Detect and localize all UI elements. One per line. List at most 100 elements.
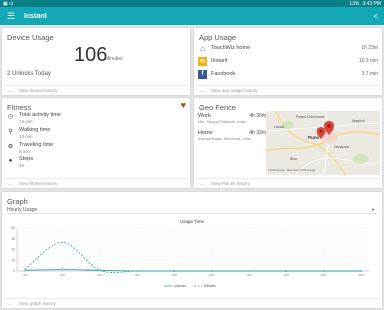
arrow-right-icon: →	[199, 87, 205, 94]
footer-label: View fitness history	[19, 181, 58, 186]
series-line-minutes	[24, 241, 361, 273]
map-label-pimpri: Pimpri-Chinchwad	[296, 115, 325, 119]
app-time: 16.3 min	[358, 58, 378, 64]
facebook-icon: f	[198, 69, 207, 79]
card-title: Fitness	[7, 103, 32, 112]
y-tick-label: 15	[11, 258, 15, 262]
x-tick-label: 6PM	[209, 273, 214, 277]
y-tick-label: 0	[13, 269, 15, 273]
x-tick-label: 10PM	[358, 273, 365, 277]
device-usage-card: Device Usage 106 Minutes 2 Unlocks Today…	[2, 28, 190, 95]
status-bar: ▣ ⊙ 13% 3:43 PM	[0, 0, 384, 7]
card-title: Device Usage	[7, 33, 54, 42]
place-time: 4h 30m	[249, 113, 266, 119]
x-tick-label: 4PM	[134, 273, 139, 277]
clock-icon: ◷	[7, 114, 14, 120]
graph-card: Graph Hourly Usage ▼ Usage Time 60 45 30 15 0…	[2, 192, 382, 308]
fitness-history-link[interactable]: → View fitness history	[2, 178, 190, 188]
map-label-pune: Pune	[308, 135, 320, 140]
map-view[interactable]: Lavale Pimpri-Chinchwad Pune Wagholi Had…	[266, 111, 380, 175]
app-row[interactable]: ⌂ TouchWiz home 1h 23m	[198, 43, 378, 53]
map-credit: ©2015 Google · Map data ©2015 Google	[268, 169, 316, 172]
map-label-lavale: Lavale	[274, 125, 285, 129]
fitness-label: Walking time	[19, 127, 51, 133]
map-label-bhor: Bhor	[290, 157, 298, 161]
footer-label: View app usage history	[211, 88, 258, 93]
map-label-wagholi: Wagholi	[352, 119, 365, 123]
app-title: Instant	[24, 12, 47, 20]
app-row[interactable]: ✉ Instant 16.3 min	[198, 56, 378, 66]
place-label: Home	[198, 130, 213, 136]
app-time: 3.7 min	[361, 71, 378, 77]
menu-icon[interactable]: ☰	[4, 11, 18, 22]
arrow-right-icon: →	[7, 180, 13, 187]
usage-chart: Usage Time 60 45 30 15 0 1PM 2PM 3PM 4PM 5PM 6PM 7PM…	[11, 219, 369, 288]
usage-unit: Minutes	[105, 56, 123, 62]
place-address: Keshav Nagar, Mundhwa, India	[198, 137, 251, 141]
unlock-count: 2 Unlocks Today	[7, 71, 51, 77]
graph-type-dropdown[interactable]: Hourly Usage ▼	[7, 206, 377, 214]
app-name: Facebook	[211, 71, 236, 77]
chart-title: Usage Time	[180, 219, 205, 224]
data-point-unlocks	[61, 268, 64, 271]
caret-down-icon: ▼	[371, 207, 375, 212]
legend-label: Unlocks	[174, 284, 186, 288]
y-tick-label: 60	[11, 226, 15, 230]
place-row[interactable]: Work 4h 30m Mar, Sanjyot Software, India	[198, 113, 266, 124]
heart-icon: ♥	[180, 100, 186, 110]
map-label-hadapsar: Hadapsar	[334, 145, 350, 149]
instant-icon: ✉	[198, 56, 207, 66]
device-history-link[interactable]: → View device history	[2, 85, 190, 95]
place-label: Work	[198, 113, 211, 119]
app-name: Instant	[211, 58, 228, 64]
x-tick-label: 7PM	[246, 273, 251, 277]
fitness-value: 8 min	[19, 149, 31, 154]
arrow-right-icon: →	[7, 300, 13, 307]
app-time: 1h 23m	[361, 45, 378, 51]
arrow-right-icon: →	[7, 87, 13, 94]
place-row[interactable]: Home 4h 32m Keshav Nagar, Mundhwa, India	[198, 130, 266, 141]
place-address: Mar, Sanjyot Software, India	[198, 120, 246, 124]
x-tick-label: 9PM	[321, 273, 326, 277]
traveling-icon: ⚙	[7, 144, 14, 150]
usage-minutes: 106	[74, 44, 108, 66]
app-history-link[interactable]: → View app usage history	[194, 85, 382, 95]
x-tick-label: 2PM	[60, 273, 65, 277]
status-left-icons: ▣ ⊙	[3, 0, 14, 7]
app-usage-card: App Usage ⌂ TouchWiz home 1h 23m ✉ Insta…	[194, 28, 382, 95]
geo-fence-card: Geo Fence Work 4h 30m Mar, Sanjyot Softwa…	[194, 98, 382, 188]
fitness-row: ⚙ Traveling time 8 min	[6, 142, 54, 154]
fitness-value: 10 min	[19, 134, 33, 139]
x-tick-label: 1PM	[22, 273, 27, 277]
walking-icon: ⚲	[8, 129, 13, 135]
fitness-row: ⚲ Walking time 10 min	[6, 127, 50, 139]
battery-level: 13%	[349, 0, 360, 7]
y-tick-label: 45	[11, 237, 15, 241]
footer-label: View Places history	[211, 181, 250, 186]
x-tick-label: 8PM	[284, 273, 289, 277]
footprint-icon: ●	[8, 157, 13, 164]
app-bar: ☰ Instant <	[0, 7, 384, 25]
data-point-unlocks	[23, 269, 27, 272]
fitness-row: ● Steps 46	[6, 156, 33, 168]
card-title: Geo Fence	[199, 103, 237, 112]
app-row[interactable]: f Facebook 3.7 min	[198, 69, 378, 79]
clock: 3:43 PM	[362, 0, 381, 7]
fitness-label: Traveling time	[19, 142, 54, 148]
arrow-right-icon: →	[199, 180, 205, 187]
card-title: Graph	[7, 197, 28, 206]
x-tick-label: 3PM	[97, 273, 102, 277]
footer-label: View graph history	[19, 301, 56, 306]
fitness-row: ◷ Total activity time 16 min	[6, 112, 61, 124]
home-icon: ⌂	[198, 43, 207, 53]
dropdown-value: Hourly Usage	[7, 206, 38, 213]
footer-label: View device history	[19, 88, 58, 93]
graph-history-link[interactable]: → View graph history	[2, 298, 382, 308]
places-history-link[interactable]: → View Places history	[194, 178, 382, 188]
fitness-label: Total activity time	[19, 112, 61, 118]
share-icon[interactable]: <	[373, 12, 378, 21]
y-tick-label: 30	[11, 248, 15, 252]
app-name: TouchWiz home	[211, 45, 251, 51]
place-time: 4h 32m	[249, 130, 266, 136]
fitness-value: 46	[19, 163, 25, 168]
